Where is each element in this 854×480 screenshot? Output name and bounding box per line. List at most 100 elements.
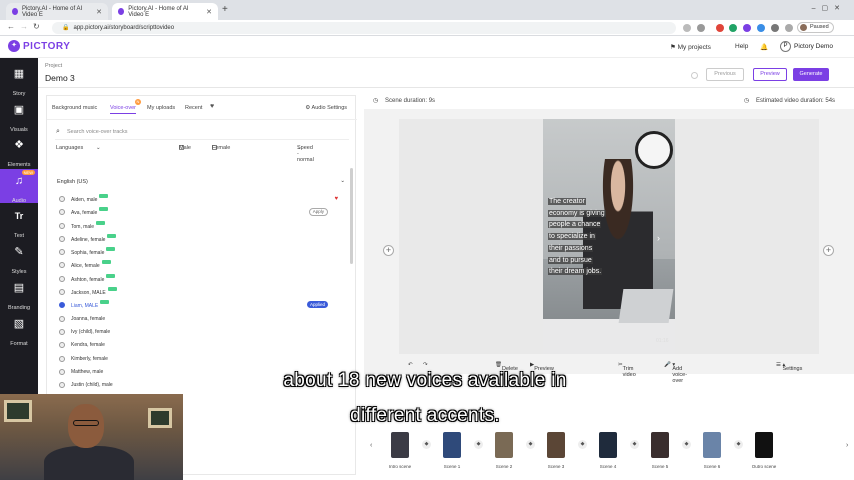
voice-item[interactable]: Kimberly, female (59, 354, 344, 367)
project-name[interactable]: Demo 3 (45, 73, 75, 83)
sidebar-item-elements[interactable]: ❖ Elements (0, 133, 38, 168)
heart-icon[interactable]: ♥ (210, 103, 214, 110)
scene-thumbnail[interactable] (391, 432, 409, 458)
profile-button[interactable]: Paused (797, 22, 834, 33)
scene-thumbnail[interactable] (547, 432, 565, 458)
extension-icon[interactable] (757, 24, 765, 32)
play-icon[interactable] (59, 289, 65, 296)
sidebar-item-visuals[interactable]: ▣ Visuals (0, 98, 38, 133)
browser-tab[interactable]: Pictory.AI - Home of AI Video E ✕ (6, 3, 108, 20)
browser-tab-active[interactable]: Pictory.AI - Home of AI Video E ✕ (112, 3, 218, 20)
play-icon[interactable] (59, 368, 65, 375)
address-bar[interactable]: 🔒 app.pictory.ai/storyboard/scripttovideo (52, 22, 676, 34)
transition-icon[interactable]: ◆ (526, 440, 535, 449)
add-scene-before-button[interactable]: + (383, 245, 394, 256)
scene-settings-button[interactable]: ☰ Settings ▴ (776, 362, 802, 372)
close-icon[interactable]: ✕ (96, 8, 102, 16)
previous-button[interactable]: Previous (706, 68, 744, 81)
sidebar-item-branding[interactable]: ▤ Branding (0, 276, 38, 311)
play-icon[interactable] (59, 328, 65, 335)
scene-thumbnail[interactable] (703, 432, 721, 458)
play-icon[interactable] (59, 342, 65, 349)
play-icon[interactable] (59, 302, 65, 309)
extension-icon[interactable] (743, 24, 751, 32)
sidebar-item-audio[interactable]: NEW ♫ Audio (0, 169, 38, 204)
scene-thumbnail[interactable] (599, 432, 617, 458)
play-icon[interactable] (59, 315, 65, 322)
audio-settings-button[interactable]: ⚙ Audio Settings (305, 105, 347, 111)
voice-item[interactable]: Liam, MALE Applied (59, 300, 344, 313)
forward-icon[interactable]: → (20, 22, 28, 31)
scene-thumbnail[interactable] (651, 432, 669, 458)
voice-item[interactable]: Kendra, female (59, 340, 344, 353)
close-icon[interactable]: ✕ (206, 8, 212, 16)
tab-recent[interactable]: Recent (185, 105, 202, 111)
sidebar-item-text[interactable]: Tr Text (0, 204, 38, 239)
sidepanel-icon[interactable] (785, 24, 793, 32)
star-icon[interactable] (697, 24, 705, 32)
voice-item[interactable]: Jackson, MALE (59, 287, 344, 300)
sidebar-item-story[interactable]: ▦ Story (0, 62, 38, 97)
preview-button[interactable]: Preview (753, 68, 787, 81)
window-controls[interactable]: –▢✕ (812, 4, 846, 12)
play-icon[interactable] (59, 209, 65, 216)
redo-icon[interactable]: ↷ (423, 362, 428, 368)
delete-button[interactable]: 🗑 Delete (495, 362, 518, 372)
play-icon[interactable] (59, 275, 65, 282)
scene-caption[interactable]: The creator economy is giving people a c… (548, 196, 618, 278)
extension-icon[interactable] (716, 24, 724, 32)
undo-icon[interactable]: ↶ (408, 362, 413, 368)
scene-thumbnail[interactable] (755, 432, 773, 458)
voice-item[interactable]: Ava, female Apply (59, 207, 344, 220)
voice-item[interactable]: Joanna, female (59, 314, 344, 327)
voice-item[interactable]: Alice, female (59, 260, 344, 273)
logo[interactable]: ✦ PICTORY (8, 40, 70, 52)
transition-icon[interactable]: ◆ (578, 440, 587, 449)
play-icon[interactable] (59, 196, 65, 202)
trim-video-button[interactable]: ✂ Trim video (618, 362, 636, 378)
generate-button[interactable]: Generate (793, 68, 829, 81)
user-menu[interactable]: P Pictory Demo (780, 41, 833, 52)
voice-item[interactable]: Aiden, male ♥ (59, 194, 344, 207)
transition-icon[interactable]: ◆ (630, 440, 639, 449)
preview-scene-button[interactable]: ▶ Preview (530, 362, 554, 372)
extension-icon[interactable] (683, 24, 691, 32)
heart-icon[interactable]: ♥ (334, 194, 338, 204)
voice-item[interactable]: Sophia, female (59, 247, 344, 260)
scene-thumbnail[interactable] (443, 432, 461, 458)
extension-icon[interactable] (729, 24, 737, 32)
add-voice-over-button[interactable]: 🎤 Add voice-over ▾ (664, 362, 687, 384)
back-icon[interactable]: ← (7, 22, 15, 31)
help-link[interactable]: Help (735, 43, 748, 50)
reload-icon[interactable]: ↻ (33, 22, 40, 31)
my-projects-link[interactable]: ⚑ My projects (670, 43, 711, 51)
scene-thumbnail[interactable] (495, 432, 513, 458)
voice-item[interactable]: Adeline, female (59, 233, 344, 247)
play-icon[interactable] (59, 382, 65, 389)
voice-item[interactable]: Ivy (child), female (59, 327, 344, 340)
tab-background-music[interactable]: Background music (52, 105, 97, 111)
play-icon[interactable] (59, 222, 65, 229)
sidebar-item-format[interactable]: ▧ Format (0, 312, 38, 347)
tab-voice-over[interactable]: Voice-over N (110, 99, 141, 114)
voice-item[interactable]: Ashton, female (59, 273, 344, 287)
scrollbar[interactable] (350, 168, 353, 264)
sidebar-item-styles[interactable]: ✎ Styles (0, 240, 38, 275)
puzzle-icon[interactable] (771, 24, 779, 32)
play-icon[interactable] (59, 249, 65, 256)
chevron-right-icon[interactable]: › (657, 233, 660, 243)
transition-icon[interactable]: ◆ (474, 440, 483, 449)
transition-icon[interactable]: ◆ (734, 440, 743, 449)
transition-icon[interactable]: ◆ (422, 440, 431, 449)
chevron-left-icon[interactable]: ‹ (370, 442, 372, 449)
add-scene-after-button[interactable]: + (823, 245, 834, 256)
play-icon[interactable] (59, 355, 65, 362)
new-tab-button[interactable]: + (222, 4, 228, 15)
transition-icon[interactable]: ◆ (682, 440, 691, 449)
apply-button[interactable]: Apply (308, 208, 328, 217)
play-icon[interactable] (59, 262, 65, 269)
chevron-right-icon[interactable]: › (846, 442, 848, 449)
play-icon[interactable] (59, 235, 65, 242)
language-group-header[interactable]: English (US) ⌄ (57, 178, 347, 189)
tab-my-uploads[interactable]: My uploads (147, 105, 175, 111)
